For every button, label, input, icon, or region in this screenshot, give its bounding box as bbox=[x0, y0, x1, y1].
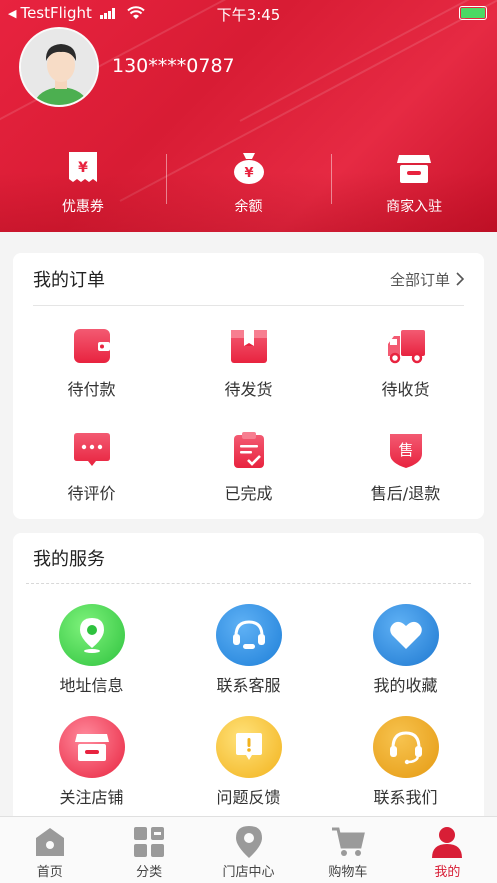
location-icon bbox=[58, 604, 125, 666]
service-label: 联系我们 bbox=[373, 788, 438, 807]
service-followed-shops[interactable]: 关注店铺 bbox=[13, 696, 170, 808]
tab-bar: 首页 分类 门店中心 购物车 我的 bbox=[0, 816, 497, 883]
feedback-icon bbox=[215, 716, 282, 778]
order-label: 待收货 bbox=[381, 380, 430, 399]
support-icon bbox=[372, 716, 439, 778]
orders-title: 我的订单 bbox=[33, 270, 105, 291]
tab-category[interactable]: 分类 bbox=[99, 817, 198, 883]
box-icon bbox=[230, 330, 267, 363]
service-address[interactable]: 地址信息 bbox=[13, 584, 170, 696]
category-icon bbox=[132, 825, 166, 859]
service-favorites[interactable]: 我的收藏 bbox=[327, 584, 484, 696]
quick-actions: ¥ 优惠券 ¥ 余额 商家入驻 bbox=[0, 150, 497, 220]
phone-number[interactable]: 130****0787 bbox=[112, 55, 235, 77]
service-contact-us[interactable]: 联系我们 bbox=[327, 696, 484, 808]
order-pending-receipt[interactable]: 待收货 bbox=[327, 306, 484, 410]
clipboard-check-icon bbox=[233, 432, 264, 468]
user-icon bbox=[430, 825, 464, 859]
order-label: 待发货 bbox=[224, 380, 273, 399]
coupon-label: 优惠券 bbox=[61, 199, 104, 215]
tab-home[interactable]: 首页 bbox=[0, 817, 99, 883]
tab-label: 购物车 bbox=[328, 865, 368, 880]
comment-icon bbox=[73, 433, 110, 466]
chevron-right-icon bbox=[456, 272, 464, 286]
status-bar: ◀ TestFlight 下午3:45 bbox=[0, 0, 497, 28]
balance-label: 余额 bbox=[234, 199, 263, 215]
order-after-sales[interactable]: 售 售后/退款 bbox=[327, 410, 484, 514]
tab-label: 分类 bbox=[136, 865, 163, 880]
heart-icon bbox=[372, 604, 439, 666]
order-label: 待付款 bbox=[67, 380, 116, 399]
order-pending-shipment[interactable]: 待发货 bbox=[170, 306, 327, 410]
tab-label: 门店中心 bbox=[222, 865, 275, 880]
service-customer-support[interactable]: 联系客服 bbox=[170, 584, 327, 696]
tab-mine[interactable]: 我的 bbox=[398, 817, 497, 883]
truck-icon bbox=[387, 330, 425, 364]
merchant-join-button[interactable]: 商家入驻 bbox=[331, 150, 497, 220]
orders-card: 我的订单 全部订单 待付款 待发货 待收货 待评价 已完成 售 售后/退款 bbox=[13, 253, 484, 519]
location-pin-icon bbox=[232, 825, 266, 859]
coupon-button[interactable]: ¥ 优惠券 bbox=[0, 150, 166, 220]
service-label: 关注店铺 bbox=[59, 788, 124, 807]
order-pending-review[interactable]: 待评价 bbox=[13, 410, 170, 514]
service-label: 联系客服 bbox=[216, 676, 281, 695]
coupon-icon: ¥ bbox=[65, 150, 101, 186]
person-avatar-icon bbox=[21, 29, 97, 105]
order-pending-payment[interactable]: 待付款 bbox=[13, 306, 170, 410]
order-label: 售后/退款 bbox=[370, 484, 441, 503]
order-label: 待评价 bbox=[67, 484, 116, 503]
tab-label: 首页 bbox=[36, 865, 63, 880]
shop-icon bbox=[58, 716, 125, 778]
service-label: 我的收藏 bbox=[373, 676, 438, 695]
all-orders-label: 全部订单 bbox=[389, 270, 450, 289]
tab-label: 我的 bbox=[434, 865, 461, 880]
avatar[interactable] bbox=[19, 27, 99, 107]
order-completed[interactable]: 已完成 bbox=[170, 410, 327, 514]
svg-text:¥: ¥ bbox=[78, 160, 88, 176]
after-sales-icon: 售 bbox=[389, 434, 422, 468]
battery-icon bbox=[459, 6, 487, 20]
home-icon bbox=[33, 825, 67, 859]
profile-header: ◀ TestFlight 下午3:45 130****0787 ¥ 优惠券 ¥ bbox=[0, 0, 497, 232]
money-bag-icon: ¥ bbox=[231, 150, 267, 186]
order-label: 已完成 bbox=[224, 484, 273, 503]
service-feedback[interactable]: 问题反馈 bbox=[170, 696, 327, 808]
headset-icon bbox=[215, 604, 282, 666]
status-time: 下午3:45 bbox=[216, 6, 281, 24]
wallet-icon bbox=[73, 329, 110, 363]
services-title: 我的服务 bbox=[33, 549, 105, 570]
cart-icon bbox=[331, 825, 365, 859]
merchant-join-label: 商家入驻 bbox=[386, 199, 443, 215]
balance-button[interactable]: ¥ 余额 bbox=[165, 150, 332, 220]
store-icon bbox=[396, 150, 432, 186]
service-label: 地址信息 bbox=[59, 676, 124, 695]
service-label: 问题反馈 bbox=[216, 788, 281, 807]
svg-text:售: 售 bbox=[398, 441, 413, 459]
tab-store-center[interactable]: 门店中心 bbox=[199, 817, 298, 883]
services-card: 我的服务 地址信息 联系客服 我的收藏 关注店铺 问题反馈 联系我们 bbox=[13, 533, 484, 823]
svg-text:¥: ¥ bbox=[244, 166, 253, 181]
tab-cart[interactable]: 购物车 bbox=[298, 817, 397, 883]
all-orders-link[interactable]: 全部订单 bbox=[390, 269, 464, 290]
